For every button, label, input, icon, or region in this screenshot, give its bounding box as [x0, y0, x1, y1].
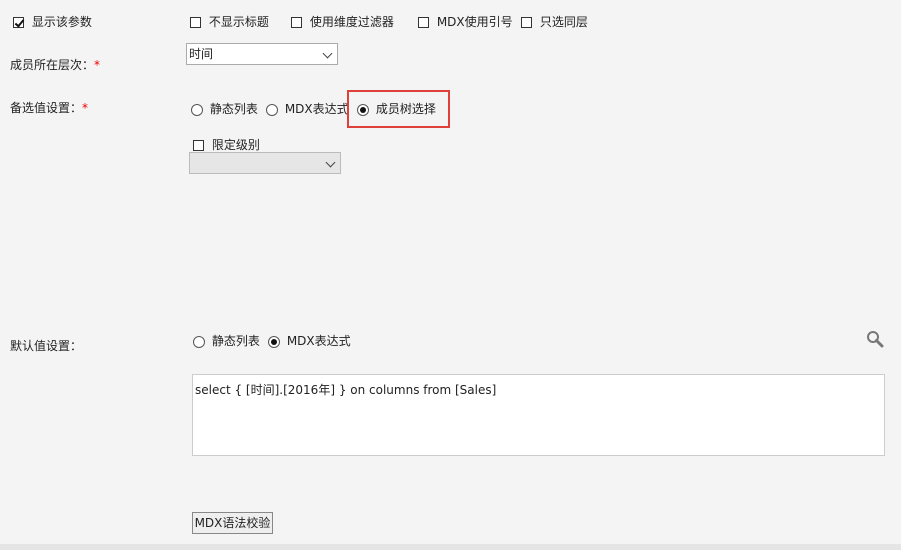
default-mdx-label: MDX表达式 — [286, 334, 351, 348]
bottom-divider — [0, 544, 901, 550]
default-mdx-option[interactable]: MDX表达式 — [268, 332, 351, 349]
show-param-checkbox[interactable] — [13, 17, 24, 28]
default-static-list-option[interactable]: 静态列表 — [193, 332, 260, 349]
mdx-expression-textarea[interactable]: select { [时间].[2016年] } on columns from … — [192, 374, 885, 456]
limit-level-option[interactable]: 限定级别 — [193, 136, 260, 153]
candidate-static-list-label: 静态列表 — [209, 102, 258, 116]
candidate-static-list-option[interactable]: 静态列表 — [191, 100, 258, 117]
mdx-quote-label: MDX使用引号 — [436, 15, 513, 29]
candidate-mdx-radio[interactable] — [266, 103, 278, 116]
default-setting-label: 默认值设置： — [10, 339, 83, 353]
same-level-option[interactable]: 只选同层 — [521, 13, 588, 30]
candidate-setting-label: 备选值设置：* — [10, 99, 88, 116]
required-mark: * — [94, 58, 101, 72]
use-dim-filter-checkbox[interactable] — [291, 17, 302, 28]
use-dim-filter-label: 使用维度过滤器 — [309, 15, 394, 29]
candidate-static-list-radio[interactable] — [191, 103, 203, 116]
limit-level-label: 限定级别 — [211, 138, 260, 152]
default-mdx-radio[interactable] — [268, 335, 280, 348]
same-level-checkbox[interactable] — [521, 17, 532, 28]
mdx-quote-checkbox[interactable] — [418, 17, 429, 28]
member-level-label: 成员所在层次：* — [10, 56, 100, 73]
candidate-setting-label-text: 备选值设置： — [10, 101, 83, 115]
mdx-validate-button[interactable]: MDX语法校验 — [192, 512, 273, 534]
level-select[interactable] — [189, 152, 341, 174]
candidate-mdx-option[interactable]: MDX表达式 — [266, 100, 349, 117]
member-level-value: 时间 — [189, 47, 214, 61]
show-param-label: 显示该参数 — [31, 15, 92, 29]
show-param-option[interactable]: 显示该参数 — [13, 13, 92, 30]
required-mark: * — [82, 101, 89, 115]
chevron-down-icon — [325, 157, 336, 168]
mdx-quote-option[interactable]: MDX使用引号 — [418, 13, 513, 30]
hide-title-option[interactable]: 不显示标题 — [190, 13, 269, 30]
member-level-label-text: 成员所在层次： — [10, 58, 95, 72]
candidate-mdx-label: MDX表达式 — [284, 102, 349, 116]
default-static-list-radio[interactable] — [193, 335, 205, 348]
chevron-down-icon — [322, 48, 333, 59]
use-dim-filter-option[interactable]: 使用维度过滤器 — [291, 13, 394, 30]
limit-level-checkbox[interactable] — [193, 140, 204, 151]
member-level-select[interactable]: 时间 — [186, 43, 338, 65]
candidate-member-tree-option[interactable]: 成员树选择 — [357, 100, 436, 117]
candidate-member-tree-label: 成员树选择 — [375, 102, 436, 116]
same-level-label: 只选同层 — [539, 15, 588, 29]
magnifier-icon[interactable] — [866, 330, 884, 348]
hide-title-checkbox[interactable] — [190, 17, 201, 28]
hide-title-label: 不显示标题 — [208, 15, 269, 29]
candidate-member-tree-radio[interactable] — [357, 103, 369, 116]
default-static-list-label: 静态列表 — [211, 334, 260, 348]
